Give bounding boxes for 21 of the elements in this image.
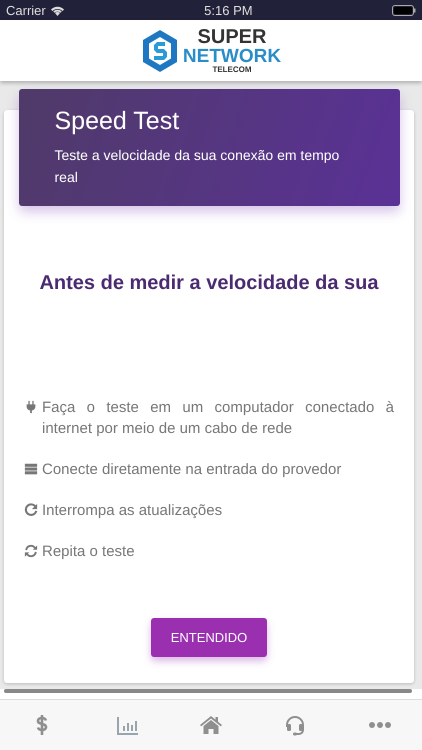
banner-title: Speed Test — [54, 107, 180, 136]
logo-text: NETWORK — [182, 47, 282, 66]
server-icon — [24, 462, 38, 476]
clock: 5:16 PM — [204, 2, 253, 18]
battery-icon — [392, 4, 416, 16]
refresh-icon — [24, 544, 38, 558]
carrier-label: Carrier — [6, 2, 46, 18]
section-heading: Antes de medir a velocidade da sua — [39, 272, 378, 295]
banner-subtitle: Teste a velocidade da sua conexão em tempo real — [54, 146, 340, 187]
understood-button[interactable]: ENTENDIDO — [150, 618, 268, 657]
tip-text: Faça o teste em um computador conectado à internet por meio de um cabo de rede — [42, 398, 394, 439]
hexagon-logo-icon — [140, 28, 179, 72]
plug-icon — [24, 400, 38, 414]
logo-text: SUPER — [198, 27, 266, 47]
home-icon[interactable] — [198, 713, 223, 737]
tip-text: Repita o teste — [42, 542, 135, 562]
wifi-icon — [50, 4, 65, 16]
tip-text: Conecte diretamente na entrada do provedor — [42, 460, 342, 480]
tip-text: Interrompa as atualizações — [42, 501, 222, 521]
logo-subtext: TELECOM — [212, 66, 252, 74]
redo-icon — [24, 503, 38, 517]
